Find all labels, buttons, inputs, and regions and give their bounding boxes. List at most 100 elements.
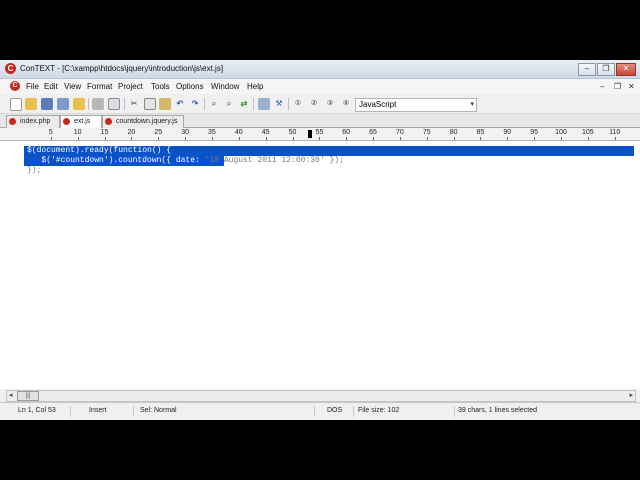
status-mode-text: Insert: [89, 407, 107, 414]
ruler-label: 100: [555, 129, 567, 136]
language-select-value: JavaScript: [359, 100, 397, 109]
language-select[interactable]: JavaScript ▾: [355, 98, 477, 112]
ruler-label: 70: [395, 129, 404, 136]
open-recent-icon[interactable]: [73, 98, 85, 110]
status-selection-mode-text: Sel: Normal: [140, 407, 177, 414]
ruler-tick: [50, 137, 52, 140]
ruler-tick: [131, 137, 133, 140]
scroll-right-icon[interactable]: ▸: [629, 391, 633, 401]
mdi-close-button[interactable]: ✕: [628, 82, 635, 91]
replace-icon[interactable]: ⇄: [238, 98, 250, 110]
ruler-tick: [587, 137, 589, 140]
find-icon[interactable]: ⌕: [208, 98, 220, 110]
status-bar: Ln 1, Col 53 Insert Sel: Normal DOS File…: [0, 402, 640, 420]
menu-view[interactable]: View: [64, 82, 81, 91]
ruler-label: 35: [208, 129, 216, 136]
ruler-label: 60: [342, 129, 351, 136]
scroll-left-icon[interactable]: ◂: [9, 391, 13, 401]
menu-help[interactable]: Help: [247, 82, 263, 91]
print-icon[interactable]: [92, 98, 104, 110]
save-icon[interactable]: [41, 98, 53, 110]
tab-index-php[interactable]: index.php: [6, 115, 60, 128]
menu-project[interactable]: Project: [118, 82, 143, 91]
redo-icon[interactable]: ↷: [189, 98, 201, 110]
menu-file[interactable]: File: [26, 82, 39, 91]
user-command-3-icon[interactable]: ③: [324, 98, 336, 110]
ruler-label: 105: [582, 129, 594, 136]
code-line-1: $(document).ready(function() {: [27, 146, 172, 155]
ruler-label: 75: [422, 129, 431, 136]
status-selection-info: 39 chars, 1 lines selected: [455, 406, 640, 417]
mdi-minimize-button[interactable]: –: [600, 82, 604, 91]
paste-icon[interactable]: [159, 98, 171, 110]
column-ruler: 5 10 15 20 25 30 35 40 45 50 55 60 65 70 75 80 85 90 95 100…: [24, 128, 640, 141]
user-command-1-icon[interactable]: ①: [292, 98, 304, 110]
file-icon: [63, 118, 70, 125]
user-command-2-icon[interactable]: ②: [308, 98, 320, 110]
file-icon: [9, 118, 16, 125]
tools-icon[interactable]: ⚒: [273, 98, 285, 110]
toolbar-separator: [124, 98, 125, 110]
tab-ext-js[interactable]: ext.js: [60, 115, 102, 129]
ruler-label: 5: [48, 129, 53, 136]
scroll-thumb[interactable]: |||: [17, 391, 39, 401]
tab-label: index.php: [20, 118, 51, 125]
status-cursor-position: Ln 1, Col 53: [0, 406, 71, 417]
tab-countdown-jquery-js[interactable]: countdown.jquery.js: [102, 115, 184, 128]
close-button[interactable]: ✕: [616, 63, 636, 76]
code-editor[interactable]: $(document).ready(function() { $('#count…: [0, 141, 640, 389]
title-bar: C ConTEXT - [C:\xampp\htdocs\jquery\intr…: [0, 60, 640, 79]
ruler-label: 95: [530, 129, 539, 136]
cut-icon[interactable]: ✂: [128, 98, 140, 110]
menu-window[interactable]: Window: [211, 82, 239, 91]
ruler-tick: [185, 137, 187, 140]
minimize-button[interactable]: –: [578, 63, 596, 76]
status-file-size-text: File size: 102: [358, 407, 400, 414]
ruler-tick: [507, 137, 509, 140]
open-folder-icon[interactable]: [25, 98, 37, 110]
user-command-4-icon[interactable]: ④: [340, 98, 352, 110]
ruler-tick: [211, 137, 213, 140]
copy-icon[interactable]: [144, 98, 156, 110]
maximize-button[interactable]: ❐: [597, 63, 615, 76]
status-insert-mode: Insert: [71, 406, 134, 417]
ruler-column-marker: [308, 130, 312, 138]
ruler-gutter: [0, 128, 24, 141]
menu-edit[interactable]: Edit: [44, 82, 58, 91]
status-selection-info-text: 39 chars, 1 lines selected: [458, 407, 537, 414]
context-app-icon[interactable]: C: [5, 63, 16, 74]
print-preview-icon[interactable]: [108, 98, 120, 110]
menu-tools[interactable]: Tools: [151, 82, 170, 91]
word-wrap-icon[interactable]: [258, 98, 270, 110]
ruler-label: 15: [100, 129, 109, 136]
horizontal-scrollbar[interactable]: ◂ ||| ▸: [6, 390, 636, 402]
toolbar-separator: [288, 98, 289, 110]
code-line-2-rest: '10 August 2011 12:00:30' });: [204, 156, 344, 165]
ruler-tick: [265, 137, 267, 140]
ruler-tick: [158, 137, 160, 140]
ruler-label: 85: [476, 129, 485, 136]
ruler-label: 55: [315, 129, 324, 136]
toolbar-separator: [204, 98, 205, 110]
menu-format[interactable]: Format: [87, 82, 112, 91]
undo-icon[interactable]: ↶: [174, 98, 186, 110]
toolbar-separator: [88, 98, 89, 110]
ruler-tick: [399, 137, 401, 140]
ruler-label: 90: [503, 129, 512, 136]
ruler-label: 25: [154, 129, 163, 136]
ruler-tick: [292, 137, 294, 140]
ruler-tick: [614, 137, 616, 140]
window-title: ConTEXT - [C:\xampp\htdocs\jquery\introd…: [20, 64, 224, 73]
status-selection-mode: Sel: Normal: [134, 406, 315, 417]
new-file-icon[interactable]: [10, 98, 22, 111]
file-tab-bar: index.php ext.js countdown.jquery.js: [0, 114, 640, 129]
menu-options[interactable]: Options: [176, 82, 204, 91]
save-all-icon[interactable]: [57, 98, 69, 110]
status-line-ending: DOS: [315, 406, 354, 417]
file-icon: [105, 118, 112, 125]
code-line-2-selected: $('#countdown').countdown({ date:: [27, 156, 205, 165]
document-menu-icon[interactable]: C: [10, 81, 20, 91]
mdi-restore-button[interactable]: ❐: [614, 82, 621, 91]
status-line-ending-text: DOS: [327, 407, 343, 414]
find-next-icon[interactable]: ⌕: [223, 98, 235, 110]
